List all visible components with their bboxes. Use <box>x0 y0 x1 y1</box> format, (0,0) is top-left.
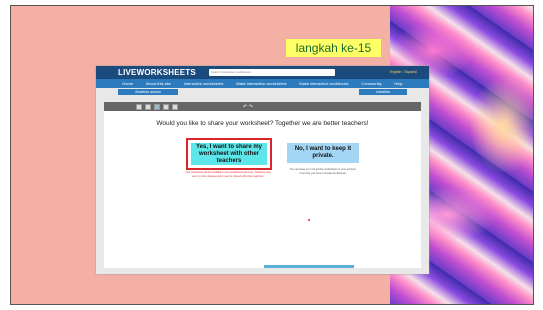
main-nav: Home About this site Interactive workshe… <box>96 79 429 88</box>
share-question: Would you like to share your worksheet? … <box>156 120 369 127</box>
account-button[interactable]: Indrafitra <box>359 89 407 95</box>
nav-interactive-worksheets[interactable]: Interactive worksheets <box>184 81 224 86</box>
sub-bar: Students access Indrafitra <box>96 88 429 96</box>
nav-home[interactable]: Home <box>122 81 133 86</box>
nav-help[interactable]: Help <box>394 81 402 86</box>
nav-make-worksheets[interactable]: Make interactive worksheets <box>236 81 286 86</box>
nav-make-workbooks[interactable]: Make interactive workbooks <box>299 81 348 86</box>
share-yes-button[interactable]: Yes, I want to share my worksheet with o… <box>191 143 267 165</box>
toolbar-icon[interactable] <box>136 103 142 110</box>
cursor-dot <box>308 219 310 221</box>
undo-redo-icon[interactable]: ↶ ↷ <box>243 104 253 110</box>
highlight-box: Yes, I want to share my worksheet with o… <box>186 138 272 170</box>
toolbar-icon[interactable] <box>154 103 160 110</box>
bottom-strip <box>264 265 354 268</box>
toolbar-icon[interactable] <box>172 103 178 110</box>
students-access-button[interactable]: Students access <box>118 89 178 95</box>
slide-frame: langkah ke-15 LIVEWORKSHEETS Search inte… <box>10 5 534 305</box>
share-no-button[interactable]: No, I want to keep it private. <box>287 143 359 163</box>
browser-screenshot: LIVEWORKSHEETS Search interactive worksh… <box>96 66 429 274</box>
site-logo[interactable]: LIVEWORKSHEETS <box>118 68 196 77</box>
share-no-note: You can have up to 10 private worksheets… <box>289 168 357 175</box>
share-yes-note: Your worksheet will be available in the … <box>185 171 271 178</box>
editor-toolbar: ↶ ↷ <box>104 102 421 111</box>
nav-community[interactable]: Community <box>361 81 381 86</box>
toolbar-icon[interactable] <box>145 103 151 110</box>
share-dialog: ↶ ↷ Would you like to share your workshe… <box>104 102 421 268</box>
toolbar-icon[interactable] <box>163 103 169 110</box>
language-links[interactable]: English Español <box>390 70 417 74</box>
search-input[interactable]: Search interactive worksheets <box>209 69 335 76</box>
lang-spanish[interactable]: Español <box>404 70 417 74</box>
lang-english[interactable]: English <box>390 70 401 74</box>
nav-about[interactable]: About this site <box>146 81 171 86</box>
site-header: LIVEWORKSHEETS Search interactive worksh… <box>96 66 429 79</box>
step-label: langkah ke-15 <box>286 39 381 57</box>
